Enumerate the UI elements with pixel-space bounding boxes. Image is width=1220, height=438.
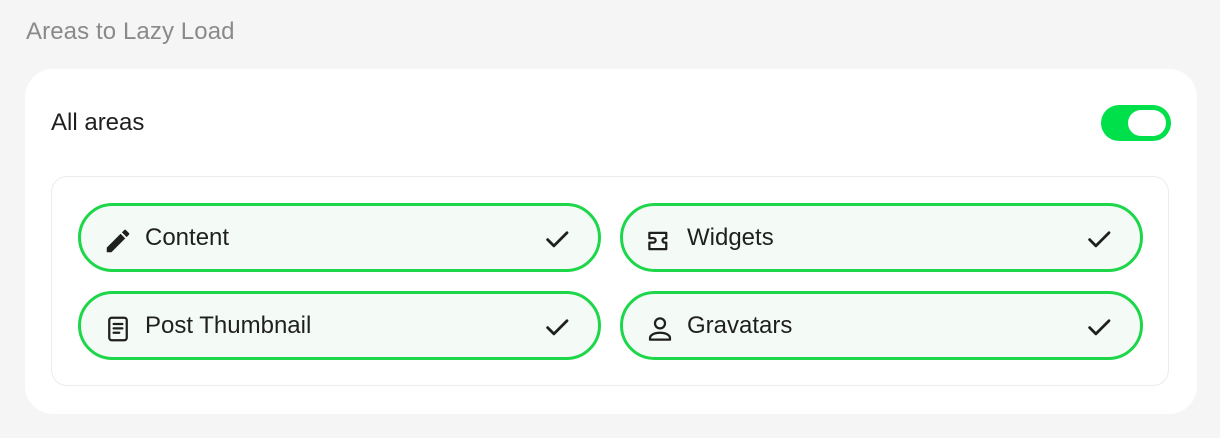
area-item-widgets[interactable]: Widgets <box>620 203 1143 272</box>
user-icon <box>645 314 675 344</box>
all-areas-label: All areas <box>51 109 145 136</box>
lazy-load-areas-card: All areas Content Widgets Post Thumbnail… <box>25 69 1197 414</box>
check-icon <box>1084 224 1114 254</box>
widget-icon <box>645 226 675 256</box>
all-areas-toggle[interactable] <box>1101 105 1171 141</box>
areas-list: Content Widgets Post Thumbnail Gravatars <box>51 176 1169 386</box>
area-item-label: Post Thumbnail <box>145 312 312 339</box>
check-icon <box>542 312 572 342</box>
section-title: Areas to Lazy Load <box>26 18 235 45</box>
area-item-content[interactable]: Content <box>78 203 601 272</box>
area-item-gravatars[interactable]: Gravatars <box>620 291 1143 360</box>
area-item-label: Content <box>145 224 230 251</box>
pencil-icon <box>103 226 133 256</box>
area-item-label: Gravatars <box>687 312 793 339</box>
document-icon <box>103 314 133 344</box>
check-icon <box>542 224 572 254</box>
check-icon <box>1084 312 1114 342</box>
area-item-post-thumbnail[interactable]: Post Thumbnail <box>78 291 601 360</box>
area-item-label: Widgets <box>687 224 774 251</box>
toggle-knob <box>1128 110 1166 136</box>
